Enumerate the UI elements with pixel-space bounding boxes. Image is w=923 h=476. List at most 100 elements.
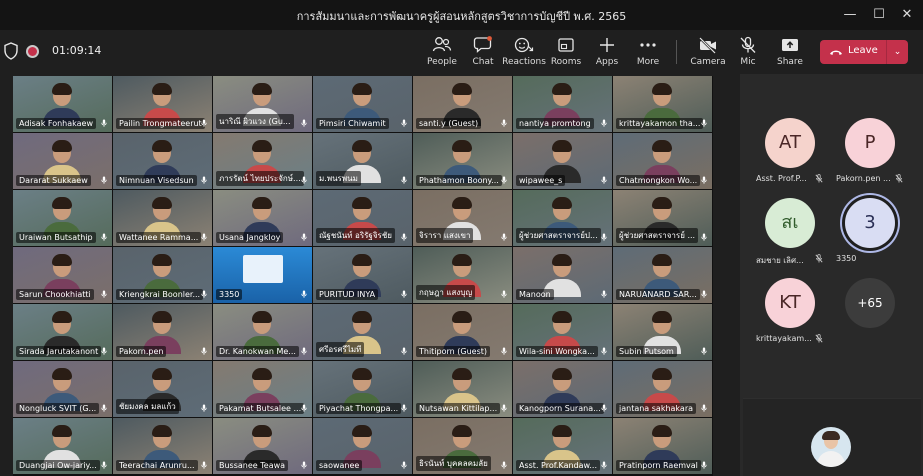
participant-video-tile[interactable]: Uraiwan Butsathip	[13, 190, 112, 246]
participant-hair	[652, 254, 672, 266]
people-label: People	[427, 57, 457, 67]
participant-video-tile[interactable]: Subin Putsom	[613, 304, 712, 360]
participant-video-tile[interactable]: Adisak Fonhakaew	[13, 76, 112, 132]
participant-video-tile[interactable]: saowanee	[313, 418, 412, 474]
mic-icon	[101, 119, 107, 127]
shield-icon[interactable]	[3, 42, 19, 60]
participant-video-tile[interactable]: Bussanee Teawa	[213, 418, 312, 474]
participant-video-tile[interactable]: Pakorn.pen	[113, 304, 212, 360]
participant-video-tile[interactable]: Nimnuan Visedsun	[113, 133, 212, 189]
participant-video-tile[interactable]: Wila-sini Wongka...	[513, 304, 612, 360]
participant-video-tile[interactable]: ศรีอรศรีไมที	[313, 304, 412, 360]
participant-video-tile[interactable]: Phathamon Boony...	[413, 133, 512, 189]
share-button[interactable]: Share	[768, 34, 812, 72]
participant-video-tile[interactable]: ณัฐชนันท์ อริรัฐจิรชัย	[313, 190, 412, 246]
participant-video-tile[interactable]: Pailin Trongmateerut	[113, 76, 212, 132]
participant-video-tile[interactable]: ม.พนรพนม	[313, 133, 412, 189]
participant-video-tile[interactable]: krittayakamon tha...	[613, 76, 712, 132]
more-button[interactable]: More	[626, 34, 670, 72]
mic-icon	[201, 233, 207, 241]
mic-icon	[601, 233, 607, 241]
participant-avatar[interactable]: KT	[765, 278, 815, 328]
participant-video-tile[interactable]: กฤษฎา แสงบุญ	[413, 247, 512, 303]
participant-name-label: saowanee	[316, 460, 363, 471]
participant-avatar[interactable]: 3	[845, 198, 895, 248]
leave-options-caret[interactable]: ⌄	[886, 40, 908, 64]
participant-video-tile[interactable]: Nongluck SVIT (G...	[13, 361, 112, 417]
mic-icon	[201, 461, 207, 469]
participant-avatar[interactable]: +65	[845, 278, 895, 328]
participant-video-tile[interactable]: ชัยมงคล มลแก้ว	[113, 361, 212, 417]
rooms-button[interactable]: Rooms	[544, 34, 588, 72]
participant-video-tile[interactable]: Kanogporn Surana...	[513, 361, 612, 417]
participant-video-tile[interactable]: Piyachat Thongpa...	[313, 361, 412, 417]
reactions-button[interactable]: Reactions	[502, 34, 546, 72]
participant-video-tile[interactable]: Pakamat Butsalee ...	[213, 361, 312, 417]
camera-label: Camera	[690, 57, 726, 67]
participant-video-tile[interactable]: wipawee_s	[513, 133, 612, 189]
mic-off-icon	[815, 334, 823, 343]
chat-button[interactable]: Chat	[461, 34, 505, 72]
reactions-icon	[514, 37, 534, 53]
participant-video-tile[interactable]: Sarun Chookhiatti	[13, 247, 112, 303]
meeting-toolbar: 01:09:14 People Chat Reactions Rooms App…	[0, 30, 923, 74]
participant-video-tile[interactable]: Sirada Jarutakanont	[13, 304, 112, 360]
camera-button[interactable]: Camera	[686, 34, 730, 72]
chat-icon	[473, 36, 492, 53]
maximize-button[interactable]: ☐	[865, 4, 893, 26]
participant-name-label: jantana sakhakara	[616, 403, 697, 414]
self-view[interactable]	[743, 398, 921, 476]
participant-video-tile[interactable]: santi.y (Guest)	[413, 76, 512, 132]
participant-video-tile[interactable]: Asst. Prof.Kandaw...	[513, 418, 612, 474]
participant-video-tile[interactable]: Pratinporn Raemval	[613, 418, 712, 474]
participant-video-tile[interactable]: Dararat Sukkaew	[13, 133, 112, 189]
participant-hair	[52, 425, 72, 437]
people-button[interactable]: People	[420, 34, 464, 72]
participant-name-label: Manoon	[516, 289, 554, 300]
more-label: More	[636, 57, 660, 67]
leave-button[interactable]: Leave ⌄	[820, 40, 908, 64]
mic-icon	[201, 119, 207, 127]
participant-video-tile[interactable]: jantana sakhakara	[613, 361, 712, 417]
participant-hair	[352, 311, 372, 323]
window-title: การสัมมนาและการพัฒนาครูผู้สอนหลักสูตรวิช…	[296, 10, 627, 23]
participant-video-tile[interactable]: Usana Jangkloy	[213, 190, 312, 246]
participant-video-tile[interactable]: Thitiporn (Guest)	[413, 304, 512, 360]
participant-video-tile[interactable]: nantiya promtong	[513, 76, 612, 132]
participant-video-tile[interactable]: Duangjai Ow-jariy...	[13, 418, 112, 474]
mic-button[interactable]: Mic	[726, 34, 770, 72]
minimize-button[interactable]: —	[836, 4, 864, 26]
participant-hair	[52, 140, 72, 152]
participant-video-tile[interactable]: ภารรัตน์ ไทยประจักษ์...	[213, 133, 312, 189]
participant-video-tile[interactable]: Nutsawan Kittilap...	[413, 361, 512, 417]
participant-video-tile[interactable]: Dr. Kanokwan Me...	[213, 304, 312, 360]
video-grid: Adisak Fonhakaew Pailin Trongmateerut นาริ…	[13, 76, 713, 476]
participant-video-tile[interactable]: Kriengkrai Boonler...	[113, 247, 212, 303]
participant-video-tile[interactable]: Chatmongkon Wo...	[613, 133, 712, 189]
participant-video-tile[interactable]: นาริณี ผิวแวง (Gu...	[213, 76, 312, 132]
participant-avatar[interactable]: P	[845, 118, 895, 168]
participant-video-tile[interactable]: ผู้ช่วยศาสตราจารย์ป...	[513, 190, 612, 246]
participant-video-tile[interactable]: Teerachai Arunru...	[113, 418, 212, 474]
participant-hair	[252, 311, 272, 323]
participant-video-tile[interactable]: 3350	[213, 247, 312, 303]
mic-icon	[401, 347, 407, 355]
participant-video-tile[interactable]: NARUANARD SAR...	[613, 247, 712, 303]
close-window-button[interactable]: ✕	[893, 4, 921, 26]
participant-video-tile[interactable]: Manoon	[513, 247, 612, 303]
participant-video-tile[interactable]: Wattanee Ramma...	[113, 190, 212, 246]
participant-hair	[152, 425, 172, 437]
mic-icon	[201, 290, 207, 298]
participant-video-tile[interactable]: ผู้ช่วยศาสตราจารย์ ...	[613, 190, 712, 246]
mic-icon	[401, 404, 407, 412]
mic-icon	[501, 119, 507, 127]
participant-avatar[interactable]: สเ	[765, 198, 815, 248]
participant-avatar[interactable]: AT	[765, 118, 815, 168]
participant-name-label: ม.พนรพนม	[316, 171, 361, 186]
mic-off-icon	[895, 174, 903, 183]
participant-video-tile[interactable]: ธิรนันท์ บุคคลคมลัย	[413, 418, 512, 474]
participant-video-tile[interactable]: PURITUD INYA	[313, 247, 412, 303]
participant-video-tile[interactable]: Pimsiri Chiwamit	[313, 76, 412, 132]
apps-button[interactable]: Apps	[585, 34, 629, 72]
participant-video-tile[interactable]: จิรารา แสงเขา	[413, 190, 512, 246]
